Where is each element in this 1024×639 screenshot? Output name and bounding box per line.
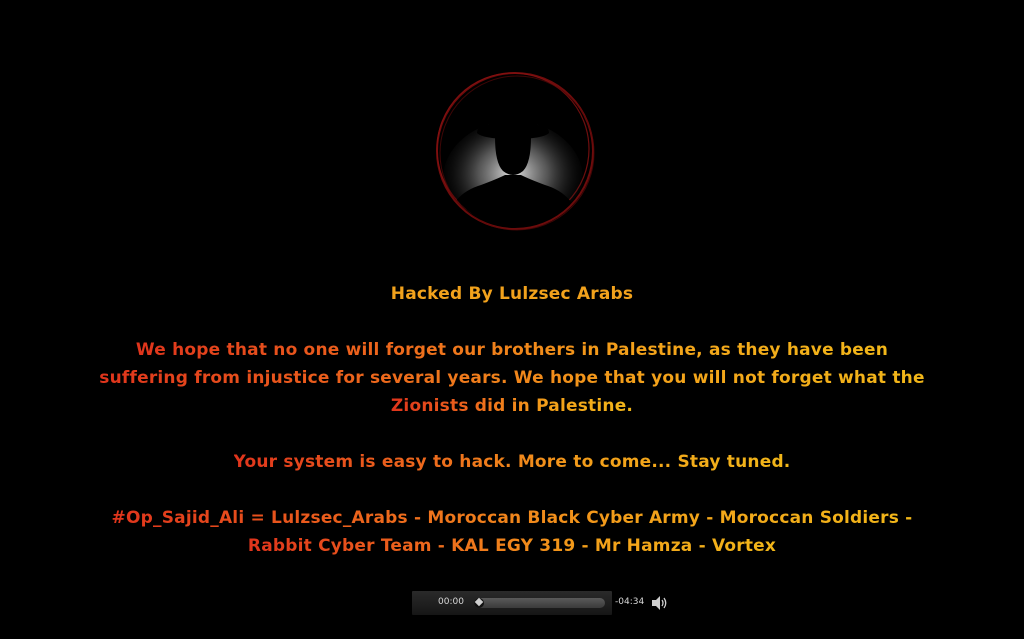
volume-icon[interactable] [651,595,669,611]
hacked-title-text: Hacked By Lulzsec Arabs [390,284,634,304]
hacker-avatar-image [436,72,595,231]
stay-tuned-message: Your system is easy to hack. More to com… [0,448,1024,476]
remaining-time: -04:34 [615,597,645,607]
hacked-title: Hacked By Lulzsec Arabs [0,280,1024,308]
stay-tuned-text: Your system is easy to hack. More to com… [233,452,791,472]
current-time: 00:00 [438,597,464,607]
credits-line: #Op_Sajid_Ali = Lulzsec_Arabs - Moroccan… [0,504,1024,560]
audio-player[interactable]: 00:00 [412,591,612,615]
palestine-message: We hope that no one will forget our brot… [0,336,1024,420]
palestine-message-text: We hope that no one will forget our brot… [99,340,925,416]
credits-hashtag: #Op_Sajid_Ali [111,508,245,528]
credits-text: = Lulzsec_Arabs - Moroccan Black Cyber A… [244,508,913,556]
progress-bar[interactable] [474,597,605,608]
